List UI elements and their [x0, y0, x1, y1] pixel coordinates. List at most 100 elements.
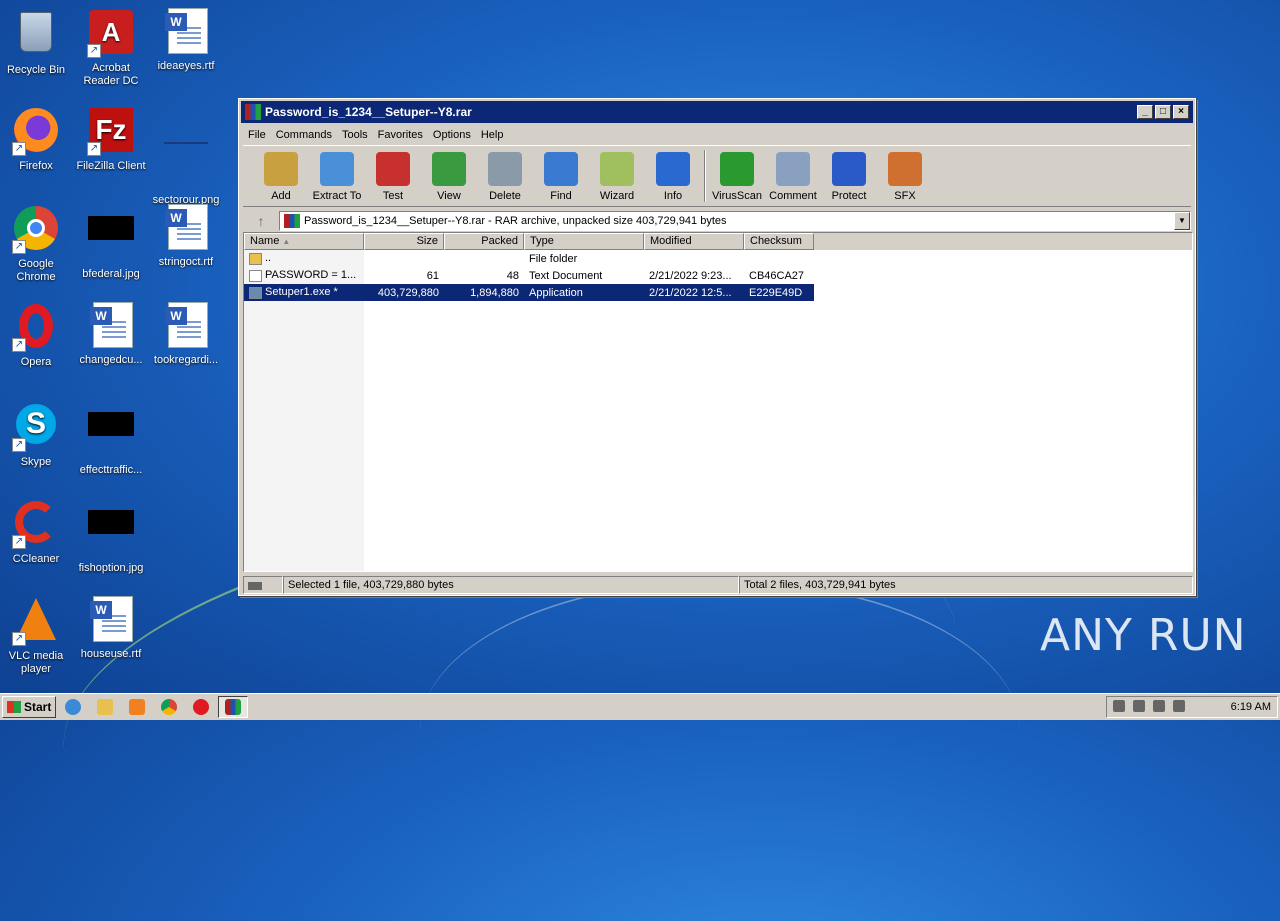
action-center-flag-icon[interactable]: [1173, 699, 1185, 712]
desktop-icon-acrobat[interactable]: A ↗ Acrobat Reader DC: [73, 8, 149, 88]
toolbar-button-label: SFX: [894, 190, 916, 202]
desktop-icon-label: effecttraffic...: [79, 464, 143, 476]
column-size[interactable]: Size: [364, 233, 444, 250]
vlc-icon: ↗: [12, 598, 60, 646]
desktop-icon-filezilla[interactable]: Fz ↗ FileZilla Client: [73, 106, 149, 173]
desktop-icon-sectorour[interactable]: sectorour.png: [148, 106, 224, 207]
toolbar-button-label: Extract To: [312, 190, 362, 202]
cell-name: PASSWORD = 1...: [244, 269, 364, 282]
toolbar-test-button[interactable]: Test: [365, 150, 421, 202]
desktop-icon-effecttraffic[interactable]: effecttraffic...: [73, 400, 149, 477]
toolbar-find-button[interactable]: Find: [533, 150, 589, 202]
media-player-icon: [129, 699, 145, 715]
column-modified[interactable]: Modified: [644, 233, 744, 250]
column-name[interactable]: Name ▲: [244, 233, 364, 250]
desktop-icon-fishoption[interactable]: fishoption.jpg: [73, 498, 149, 575]
desktop-icon-label: Google Chrome: [16, 258, 56, 283]
desktop-icon-ccleaner[interactable]: ↗ CCleaner: [0, 498, 74, 566]
status-selected: Selected 1 file, 403,729,880 bytes: [283, 576, 739, 594]
minimize-button[interactable]: _: [1137, 105, 1153, 119]
taskbar: Start 6:19 AM: [0, 693, 1280, 720]
desktop-icon-vlc[interactable]: ↗ VLC media player: [0, 596, 74, 676]
desktop-icon-houseuse[interactable]: W houseuse.rtf: [73, 596, 149, 661]
menu-options[interactable]: Options: [428, 129, 476, 141]
view-book-icon: [432, 152, 466, 186]
desktop-icon-chrome[interactable]: ↗ Google Chrome: [0, 204, 74, 284]
chevron-down-icon[interactable]: ▼: [1174, 212, 1190, 230]
volume-icon[interactable]: [1133, 699, 1145, 712]
desktop-icon-label: CCleaner: [12, 553, 60, 565]
close-button[interactable]: ×: [1173, 105, 1189, 119]
taskbar-opera[interactable]: [186, 696, 216, 718]
extract-folder-icon: [320, 152, 354, 186]
toolbar-view-button[interactable]: View: [421, 150, 477, 202]
table-row[interactable]: .. File folder: [244, 250, 1192, 267]
toolbar-wizard-button[interactable]: Wizard: [589, 150, 645, 202]
desktop-icon-firefox[interactable]: ↗ Firefox: [0, 106, 74, 173]
toolbar-sfx-button[interactable]: SFX: [877, 150, 933, 202]
toolbar-button-label: Test: [382, 190, 404, 202]
drive-icon[interactable]: [243, 576, 283, 594]
menu-favorites[interactable]: Favorites: [373, 129, 428, 141]
toolbar-delete-button[interactable]: Delete: [477, 150, 533, 202]
title-bar[interactable]: Password_is_1234__Setuper--Y8.rar _ □ ×: [241, 101, 1193, 123]
cell-type: Application: [529, 286, 583, 299]
find-magnifier-icon: [544, 152, 578, 186]
text-file-icon: [249, 269, 262, 282]
toolbar-button-label: View: [437, 190, 461, 202]
table-row[interactable]: PASSWORD = 1... 61 48 Text Document 2/21/202…: [244, 267, 1192, 284]
chevron-up-icon[interactable]: [1113, 699, 1125, 712]
desktop-icon-label: Opera: [20, 356, 52, 368]
start-button[interactable]: Start: [2, 696, 56, 718]
toolbar-button-label: Protect: [831, 190, 867, 202]
taskbar-winrar[interactable]: [218, 696, 248, 718]
shortcut-arrow-icon: ↗: [87, 44, 101, 58]
window-title: Password_is_1234__Setuper--Y8.rar: [265, 105, 472, 119]
taskbar-ie[interactable]: [58, 696, 88, 718]
toolbar-virusscan-button[interactable]: VirusScan: [709, 150, 765, 202]
toolbar-info-button[interactable]: Info: [645, 150, 701, 202]
desktop-icon-label: Acrobat Reader DC: [83, 62, 139, 87]
network-icon[interactable]: [1153, 699, 1165, 712]
taskbar-media-player[interactable]: [122, 696, 152, 718]
column-checksum[interactable]: Checksum: [744, 233, 814, 250]
menu-tools[interactable]: Tools: [337, 129, 373, 141]
desktop-icon-stringoct[interactable]: W stringoct.rtf: [148, 204, 224, 269]
menu-file[interactable]: File: [243, 129, 271, 141]
menu-help[interactable]: Help: [476, 129, 509, 141]
cell-type: Text Document: [529, 269, 603, 282]
toolbar-protect-button[interactable]: Protect: [821, 150, 877, 202]
column-packed[interactable]: Packed: [444, 233, 524, 250]
table-row[interactable]: Setuper1.exe * 403,729,880 1,894,880 Applic…: [244, 284, 814, 301]
file-list[interactable]: Name ▲ Size Packed Type Modified Checksu…: [243, 232, 1193, 572]
image-file-icon: [87, 510, 135, 558]
folder-icon: [249, 252, 262, 265]
delete-trash-icon: [488, 152, 522, 186]
toolbar-add-button[interactable]: Add: [253, 150, 309, 202]
desktop-icon-tookregardi[interactable]: W tookregardi...: [148, 302, 224, 367]
wallpaper-swoosh: [420, 580, 1020, 880]
desktop-icon-recycle-bin[interactable]: Recycle Bin: [0, 8, 74, 77]
taskbar-chrome[interactable]: [154, 696, 184, 718]
system-tray: 6:19 AM: [1106, 696, 1278, 718]
column-type[interactable]: Type: [524, 233, 644, 250]
toolbar-comment-button[interactable]: Comment: [765, 150, 821, 202]
desktop-icon-ideaeyes[interactable]: W ideaeyes.rtf: [148, 8, 224, 73]
up-arrow-icon[interactable]: ↑: [243, 213, 279, 229]
clock[interactable]: 6:19 AM: [1231, 701, 1271, 713]
menu-commands[interactable]: Commands: [271, 129, 337, 141]
toolbar: Add Extract To Test View Delete Find Wizard Inf…: [243, 145, 1191, 207]
maximize-button[interactable]: □: [1155, 105, 1171, 119]
desktop-icon-skype[interactable]: S ↗ Skype: [0, 400, 74, 469]
taskbar-explorer[interactable]: [90, 696, 120, 718]
shortcut-arrow-icon: ↗: [12, 632, 26, 646]
path-field[interactable]: Password_is_1234__Setuper--Y8.rar - RAR …: [279, 211, 1191, 231]
desktop-icon-label: stringoct.rtf: [158, 256, 214, 268]
toolbar-extract-to-button[interactable]: Extract To: [309, 150, 365, 202]
desktop-icon-bfederal[interactable]: bfederal.jpg: [73, 204, 149, 281]
desktop-icon-opera[interactable]: ↗ Opera: [0, 302, 74, 369]
desktop-icon-changedcu[interactable]: W changedcu...: [73, 302, 149, 367]
word-document-icon: W: [87, 302, 135, 350]
protect-shield-icon: [832, 152, 866, 186]
menu-bar: File Commands Tools Favorites Options He…: [239, 125, 1195, 145]
